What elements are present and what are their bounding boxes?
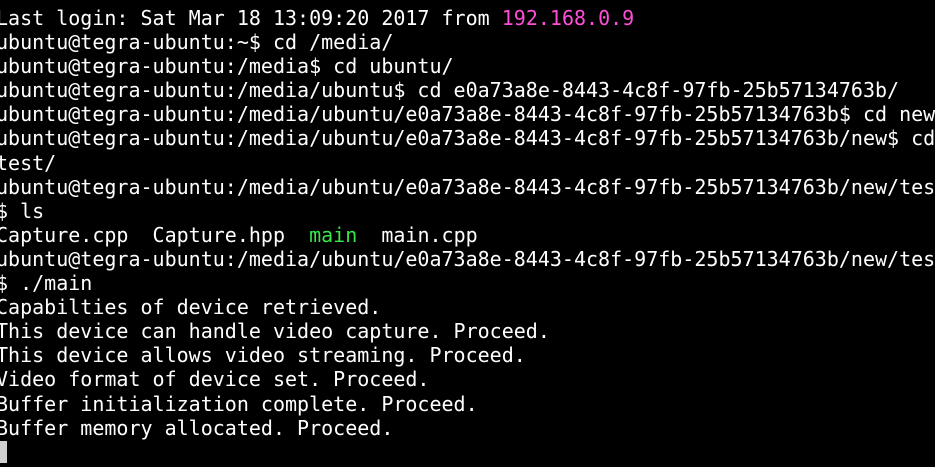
text-cursor: [0, 440, 7, 463]
terminal-text: ubuntu@tegra-ubuntu:/media/ubuntu$ cd e0…: [0, 78, 900, 103]
terminal-line: This device can handle video capture. Pr…: [0, 319, 935, 343]
terminal-text: This device can handle video capture. Pr…: [0, 319, 550, 344]
terminal-text: ubuntu@tegra-ubuntu:/media$ cd ubuntu/: [0, 54, 454, 79]
terminal-text: Capture.cpp Capture.hpp: [0, 222, 310, 247]
terminal-text: ubuntu@tegra-ubuntu:/media/ubuntu/e0a73a…: [0, 102, 935, 127]
terminal-line: This device allows video streaming. Proc…: [0, 343, 935, 367]
terminal-line: Buffer memory allocated. Proceed.: [0, 416, 935, 440]
terminal-text: Last login: Sat Mar 18 13:09:20 2017 fro…: [0, 6, 502, 30]
terminal-line: ubuntu@tegra-ubuntu:/media/ubuntu/e0a73a…: [0, 102, 935, 126]
terminal-text: $ ls: [0, 198, 45, 223]
terminal-text: ubuntu@tegra-ubuntu:/media/ubuntu/e0a73a…: [0, 126, 935, 151]
terminal-text: $ ./main: [0, 271, 93, 296]
terminal-text: ubuntu@tegra-ubuntu:~$ cd /media/: [0, 30, 394, 55]
terminal-line: test/: [0, 151, 935, 175]
terminal-line: ubuntu@tegra-ubuntu:/media/ubuntu/e0a73a…: [0, 247, 935, 271]
terminal-text: 192.168.0.9: [501, 6, 635, 30]
terminal-text: main: [309, 222, 358, 247]
terminal-line: Video format of device set. Proceed.: [0, 367, 935, 391]
terminal-line: Capabilties of device retrieved.: [0, 295, 935, 319]
terminal-window[interactable]: Last login: Sat Mar 18 13:09:20 2017 fro…: [0, 6, 935, 467]
terminal-text: Buffer initialization complete. Proceed.: [0, 391, 478, 416]
terminal-line: ubuntu@tegra-ubuntu:/media$ cd ubuntu/: [0, 54, 935, 78]
terminal-line: Buffer initialization complete. Proceed.: [0, 392, 935, 416]
terminal-line: ubuntu@tegra-ubuntu:~$ cd /media/: [0, 30, 935, 54]
terminal-text: main.cpp: [357, 222, 478, 247]
terminal-line: $ ls: [0, 199, 935, 223]
terminal-line: Capture.cpp Capture.hpp main main.cpp: [0, 223, 935, 247]
terminal-line: ubuntu@tegra-ubuntu:/media/ubuntu$ cd e0…: [0, 78, 935, 102]
terminal-text: Video format of device set. Proceed.: [0, 367, 430, 392]
terminal-text: This device allows video streaming. Proc…: [0, 343, 526, 368]
terminal-text: ubuntu@tegra-ubuntu:/media/ubuntu/e0a73a…: [0, 174, 935, 199]
terminal-line: ubuntu@tegra-ubuntu:/media/ubuntu/e0a73a…: [0, 175, 935, 199]
terminal-line: $ ./main: [0, 271, 935, 295]
terminal-text: Capabilties of device retrieved.: [0, 295, 382, 320]
terminal-text: Buffer memory allocated. Proceed.: [0, 415, 394, 440]
terminal-line: ubuntu@tegra-ubuntu:/media/ubuntu/e0a73a…: [0, 126, 935, 150]
terminal-text: test/: [0, 150, 57, 175]
terminal-line: Last login: Sat Mar 18 13:09:20 2017 fro…: [0, 6, 935, 30]
terminal-input-line[interactable]: [0, 440, 935, 464]
terminal-text: ubuntu@tegra-ubuntu:/media/ubuntu/e0a73a…: [0, 246, 935, 271]
